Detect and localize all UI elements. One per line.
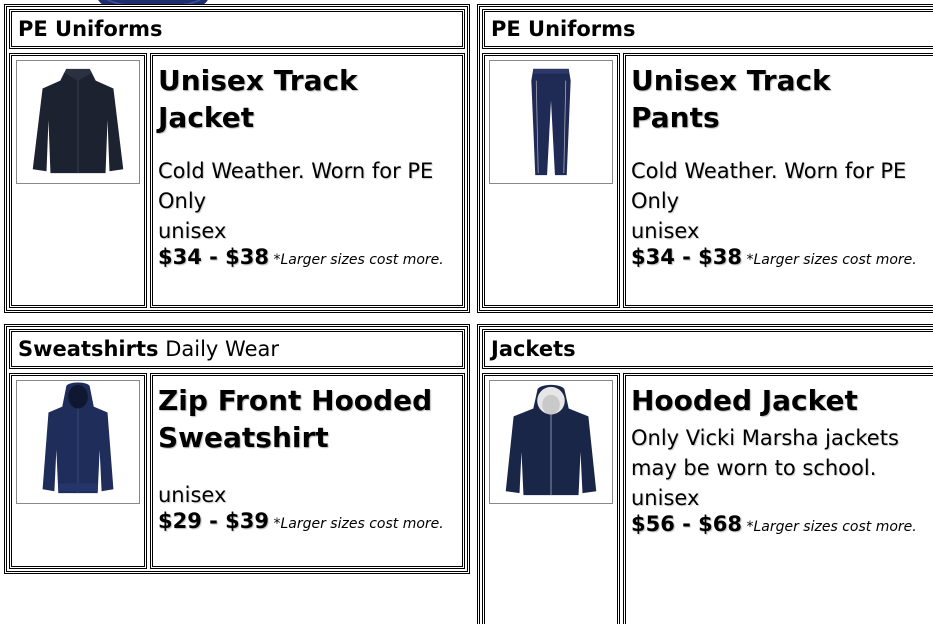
category-header: PE Uniforms — [9, 9, 465, 49]
page: PE Uniforms Unisex Track Jacket Cold Wea… — [0, 0, 933, 624]
product-card: PE Uniforms Unisex Track Jacket Cold Wea… — [4, 4, 470, 313]
product-price: $56 - $68 — [631, 512, 743, 536]
product-title[interactable]: Unisex Track Jacket — [158, 62, 456, 136]
price-line: $34 - $38 *Larger sizes cost more. — [158, 245, 456, 269]
price-note: *Larger sizes cost more. — [273, 516, 444, 532]
category-header: PE Uniforms — [482, 9, 933, 49]
product-title[interactable]: Unisex Track Pants — [631, 62, 929, 136]
price-line: $29 - $39 *Larger sizes cost more. — [158, 509, 456, 533]
product-info: Zip Front Hooded Sweatshirt unisex $29 -… — [150, 373, 465, 569]
product-description: Only Vicki Marsha jackets may be worn to… — [631, 426, 899, 480]
track-pants-icon[interactable] — [489, 60, 613, 184]
category-name: PE Uniforms — [491, 17, 636, 41]
product-image-cell — [482, 373, 620, 624]
product-card: PE Uniforms Unisex Track Pants Cold Weat… — [477, 4, 933, 313]
product-description: Cold Weather. Worn for PE Only — [158, 159, 434, 213]
category-header: Sweatshirts Daily Wear — [9, 329, 465, 369]
product-info: Unisex Track Pants Cold Weather. Worn fo… — [623, 53, 933, 308]
product-card: Sweatshirts Daily Wear Zip Front Hooded … — [4, 324, 470, 574]
price-line: $34 - $38 *Larger sizes cost more. — [631, 245, 929, 269]
price-note: *Larger sizes cost more. — [746, 252, 917, 268]
product-gender: unisex — [158, 219, 227, 243]
price-line: $56 - $68 *Larger sizes cost more. — [631, 512, 929, 536]
product-info: Hooded Jacket Only Vicki Marsha jackets … — [623, 373, 933, 624]
category-subtitle: Daily Wear — [165, 337, 279, 361]
hooded-sweatshirt-icon[interactable] — [16, 380, 140, 504]
category-name: Jackets — [491, 337, 576, 361]
product-gender: unisex — [158, 483, 227, 507]
category-name: PE Uniforms — [18, 17, 163, 41]
product-image-cell — [9, 53, 147, 308]
price-note: *Larger sizes cost more. — [273, 252, 444, 268]
track-jacket-icon[interactable] — [16, 60, 140, 184]
product-image-cell — [9, 373, 147, 569]
price-note: *Larger sizes cost more. — [746, 519, 917, 535]
product-info: Unisex Track Jacket Cold Weather. Worn f… — [150, 53, 465, 308]
product-price: $34 - $38 — [631, 245, 743, 269]
product-description: Cold Weather. Worn for PE Only — [631, 159, 907, 213]
hooded-jacket-icon[interactable] — [489, 380, 613, 504]
product-image-cell — [482, 53, 620, 308]
product-title[interactable]: Zip Front Hooded Sweatshirt — [158, 382, 456, 456]
product-gender: unisex — [631, 219, 700, 243]
product-title[interactable]: Hooded Jacket — [631, 382, 929, 419]
category-name: Sweatshirts — [18, 337, 159, 361]
category-header: Jackets — [482, 329, 933, 369]
product-price: $29 - $39 — [158, 509, 270, 533]
product-price: $34 - $38 — [158, 245, 270, 269]
product-gender: unisex — [631, 486, 700, 510]
product-card: Jackets Hooded Jacket Only Vicki Marsha … — [477, 324, 933, 624]
